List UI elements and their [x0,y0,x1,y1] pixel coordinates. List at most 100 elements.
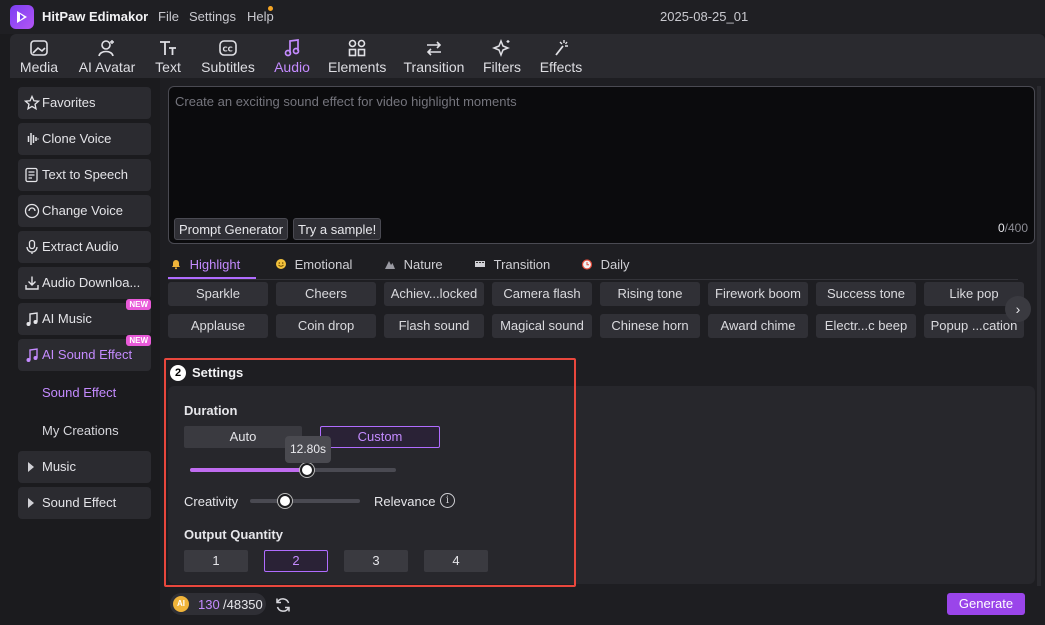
tab-subtitles[interactable]: CC Subtitles [199,36,257,76]
generate-button[interactable]: Generate [947,593,1025,615]
app-name: HitPaw Edimakor [42,9,149,24]
alarm-clock-icon [581,259,593,270]
creativity-relevance-slider[interactable] [250,499,360,503]
ai-music-icon [26,312,38,326]
char-counter: 0/400 [998,221,1028,235]
tab-label: Filters [482,59,522,75]
nav-text-to-speech[interactable]: Text to Speech [18,159,151,191]
sound-chip[interactable]: Coin drop [276,314,376,338]
change-voice-icon [24,203,40,219]
quantity-4-button[interactable]: 4 [424,550,488,572]
audio-icon [284,39,300,57]
nav-sub-sound-effect[interactable]: Sound Effect [42,385,116,400]
nav-label: Music [42,459,76,474]
tab-label: Daily [600,257,630,272]
tab-label: Text [155,59,181,75]
nav-clone-voice[interactable]: Clone Voice [18,123,151,155]
nav-favorites[interactable]: Favorites [18,87,151,119]
nav-group-sound-effect[interactable]: Sound Effect [18,487,151,519]
nav-label: AI Music [42,311,92,326]
waveform-icon [27,133,39,145]
menu-file[interactable]: File [158,9,179,24]
tab-text[interactable]: Text [152,36,184,76]
nav-label: AI Sound Effect [42,347,133,362]
elements-icon [348,39,366,57]
tab-effects[interactable]: Effects [538,36,584,76]
duration-slider-handle[interactable] [300,463,314,477]
ai-coin-icon: AI [173,596,189,612]
creativity-label: Creativity [184,494,239,509]
nav-group-music[interactable]: Music [18,451,151,483]
nav-extract-audio[interactable]: Extract Audio [18,231,151,263]
duration-custom-button[interactable]: Custom [320,426,440,448]
tab-transition[interactable]: Transition [403,36,465,76]
tab-filters[interactable]: Filters [481,36,523,76]
sound-chip[interactable]: Cheers [276,282,376,306]
refresh-icon[interactable] [274,596,292,614]
tab-elements[interactable]: Elements [328,36,386,76]
tab-label: Media [19,59,59,75]
sound-chip[interactable]: Rising tone [600,282,700,306]
sound-chip[interactable]: Magical sound [492,314,592,338]
sound-chip[interactable]: Firework boom [708,282,808,306]
nav-label: Favorites [42,95,96,110]
sound-chip[interactable]: Applause [168,314,268,338]
caret-right-icon [28,462,34,472]
sound-chip[interactable]: Achiev...locked [384,282,484,306]
tabs-divider [168,279,1018,280]
tab-highlight[interactable]: Highlight [170,257,240,279]
char-count: 0 [997,221,1005,235]
nav-sub-my-creations[interactable]: My Creations [42,423,119,438]
sound-chip[interactable]: Success tone [816,282,916,306]
text-to-speech-icon [25,167,38,183]
sound-chip[interactable]: Camera flash [492,282,592,306]
prompt-generator-button[interactable]: Prompt Generator [174,218,289,240]
creativity-slider-handle[interactable] [278,494,292,508]
tab-nature[interactable]: Nature [384,257,443,279]
tab-audio[interactable]: Audio [272,36,312,76]
sound-chip[interactable]: Chinese horn [600,314,700,338]
info-icon[interactable]: i [440,493,455,508]
duration-label: Duration [184,403,238,418]
subtitles-icon: CC [219,40,237,56]
scrollbar[interactable] [1037,86,1041,586]
sound-chip[interactable]: Sparkle [168,282,268,306]
film-icon [475,261,485,267]
tab-label: Elements [328,59,387,75]
sound-chip[interactable]: Award chime [708,314,808,338]
tab-media[interactable]: Media [18,36,60,76]
quantity-2-button[interactable]: 2 [264,550,328,572]
tab-daily[interactable]: Daily [581,257,630,279]
tab-label: Transition [403,59,465,75]
effects-icon [555,40,568,56]
nav-label: Clone Voice [42,131,112,146]
text-icon [160,41,176,55]
try-sample-button[interactable]: Try a sample! [293,218,382,240]
tab-ai-avatar[interactable]: AI Avatar [76,36,138,76]
menu-settings[interactable]: Settings [189,9,236,24]
credits-total: /48350 [223,597,263,612]
nav-ai-music[interactable]: AI Music NEW [18,299,151,335]
nav-label: Audio Downloa... [42,275,141,290]
quantity-1-button[interactable]: 1 [184,550,248,572]
tab-label: Transition [493,257,551,272]
sound-chip[interactable]: Electr...c beep [816,314,916,338]
tab-emotional[interactable]: Emotional [275,257,352,279]
nav-audio-download[interactable]: Audio Downloa... [18,267,151,299]
duration-slider-fill [190,468,307,472]
output-quantity-label: Output Quantity [184,527,283,542]
chevron-right-icon[interactable]: › [1005,296,1031,322]
nav-label: Text to Speech [42,167,128,182]
prompt-textarea[interactable]: Create an exciting sound effect for vide… [168,86,1035,244]
quantity-3-button[interactable]: 3 [344,550,408,572]
tab-label: Subtitles [201,59,255,75]
credits-used: 130 [198,597,220,612]
sound-chip[interactable]: Flash sound [384,314,484,338]
ai-sound-effect-icon [26,348,38,362]
nav-change-voice[interactable]: Change Voice [18,195,151,227]
nav-ai-sound-effect[interactable]: AI Sound Effect NEW [18,335,151,371]
tab-transition-sfx[interactable]: Transition [474,257,550,279]
notification-dot [268,6,273,11]
duration-tooltip: 12.80s [285,436,331,463]
menu-help[interactable]: Help [247,9,274,24]
